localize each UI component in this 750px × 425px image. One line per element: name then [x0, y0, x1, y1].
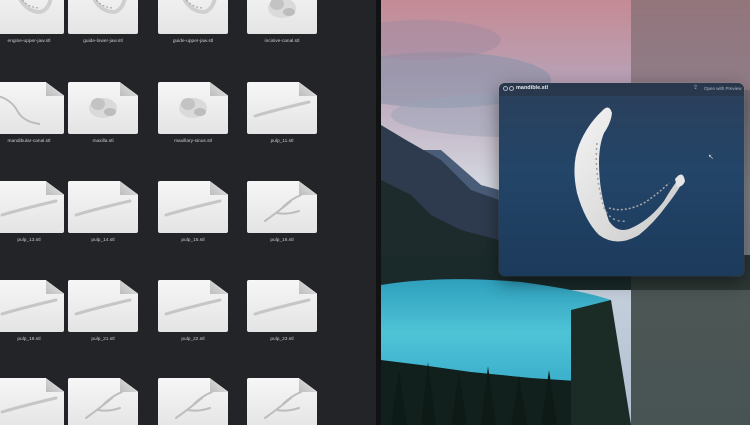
- file-name: guide-lower-jaw.stl: [83, 39, 123, 44]
- stl-file-icon: [0, 378, 64, 425]
- stl-file-icon: [0, 0, 64, 34]
- stl-file-icon: [247, 181, 317, 233]
- file-name: pulp_11.stl: [270, 139, 294, 144]
- stl-file-icon: [68, 0, 138, 34]
- file-name: guide-upper-jaw.stl: [172, 39, 214, 44]
- stl-file-icon: [158, 280, 228, 332]
- stl-file-icon: [68, 181, 138, 233]
- stl-file-icon: [158, 378, 228, 425]
- file-name: pulp_14.stl: [91, 238, 115, 243]
- stl-file-icon: [0, 82, 64, 134]
- file-name: pulp_16.stl: [270, 238, 294, 243]
- stl-file-icon: [68, 280, 138, 332]
- stl-file-icon: [247, 378, 317, 425]
- mandible-model[interactable]: [499, 83, 744, 276]
- stl-file-icon: [0, 181, 64, 233]
- stl-file-icon: [247, 0, 317, 34]
- file-name: pulp_23.stl: [270, 337, 294, 342]
- file-name: pulp_22.stl: [181, 337, 205, 342]
- stl-file-icon: [0, 280, 64, 332]
- file-name: incisive-canal.stl: [264, 39, 300, 44]
- file-name: pulp_15.stl: [181, 238, 205, 243]
- stl-file-icon: [247, 82, 317, 134]
- stl-file-icon: [158, 82, 228, 134]
- finder-window: engine-upper-jaw.stl guide-lower-jaw.stl g…: [0, 0, 377, 425]
- file-name: pulp_21.stl: [91, 337, 115, 342]
- stl-file-icon: [68, 82, 138, 134]
- quick-look-window[interactable]: mandible.stl ⇪ Open with Preview ↖: [499, 83, 744, 276]
- file-name: maxillary-sinus.stl: [174, 139, 212, 144]
- mouse-cursor-icon: ↖: [708, 154, 714, 161]
- stl-file-icon: [68, 378, 138, 425]
- stl-file-icon: [158, 0, 228, 34]
- file-name: maxilla.stl: [92, 139, 114, 144]
- stl-file-icon: [158, 181, 228, 233]
- stl-file-icon: [247, 280, 317, 332]
